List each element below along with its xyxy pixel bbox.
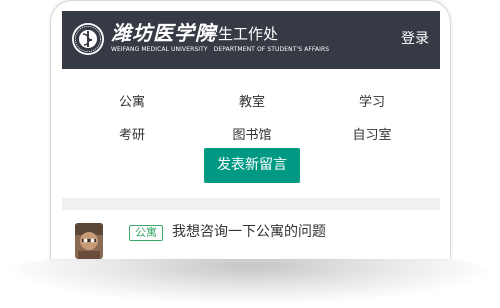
- university-logo-icon: [72, 23, 104, 55]
- site-header: 潍坊医学院 学生工作处 WEIFANG MEDICAL UNIVERSITY DE…: [62, 11, 440, 69]
- nav-item-library[interactable]: 图书馆: [212, 127, 292, 145]
- english-subtitle: WEIFANG MEDICAL UNIVERSITY DEPARTMENT OF …: [111, 46, 329, 54]
- nav-item-classroom[interactable]: 教室: [212, 94, 292, 112]
- device-frame: 潍坊医学院 学生工作处 WEIFANG MEDICAL UNIVERSITY DE…: [50, 0, 451, 259]
- school-name: 潍坊医学院: [111, 21, 216, 45]
- nav-item-postgrad-exam[interactable]: 考研: [92, 127, 172, 145]
- section-divider: [62, 198, 440, 210]
- post-message-button[interactable]: 发表新留言: [204, 148, 300, 183]
- nav-item-apartment[interactable]: 公寓: [92, 94, 172, 112]
- department-name: 学生工作处: [203, 25, 279, 43]
- department-name-english: DEPARTMENT OF STUDENT'S AFFAIRS: [213, 46, 330, 53]
- category-nav: 公寓 教室 学习 考研 图书馆 自习室: [62, 69, 440, 209]
- login-link[interactable]: 登录: [401, 30, 429, 48]
- app-screen: 潍坊医学院 学生工作处 WEIFANG MEDICAL UNIVERSITY DE…: [62, 11, 440, 259]
- nav-item-study[interactable]: 学习: [332, 94, 412, 112]
- school-name-english: WEIFANG MEDICAL UNIVERSITY: [111, 46, 208, 53]
- user-avatar-icon: [75, 223, 103, 259]
- message-title[interactable]: 我想咨询一下公寓的问题: [172, 223, 326, 241]
- message-category-tag: 公寓: [129, 225, 163, 241]
- nav-item-study-room[interactable]: 自习室: [332, 127, 412, 145]
- message-list-item[interactable]: 公寓 我想咨询一下公寓的问题: [62, 210, 440, 259]
